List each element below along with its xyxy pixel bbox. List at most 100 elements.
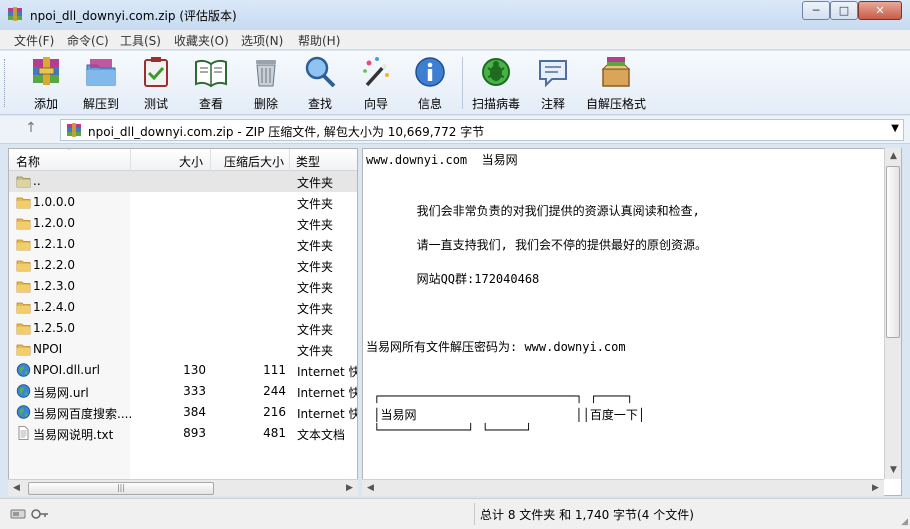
column-type[interactable]: 类型 <box>296 153 320 170</box>
file-type: 文件夹 <box>297 281 334 295</box>
wizard-button[interactable]: 向导 <box>353 55 399 111</box>
column-packed[interactable]: 压缩后大小 <box>224 153 284 170</box>
file-list-hscrollbar[interactable]: ◀ ||| ▶ <box>8 479 358 496</box>
folder-icon <box>16 323 31 335</box>
scroll-right-icon[interactable]: ▶ <box>341 480 358 497</box>
folder-icon <box>16 281 31 293</box>
file-type: 文件夹 <box>297 239 334 253</box>
column-divider[interactable] <box>210 149 211 171</box>
file-row[interactable]: 1.2.4.0 文件夹 <box>9 297 357 318</box>
file-row[interactable]: 当易网说明.txt 893 481 文本文档 <box>9 423 357 444</box>
scroll-up-icon[interactable]: ▲ <box>885 148 902 165</box>
close-button[interactable]: ✕ <box>858 1 902 20</box>
comment-hscrollbar[interactable]: ◀ ▶ <box>362 479 884 496</box>
column-divider[interactable] <box>130 149 131 171</box>
comment-button[interactable]: 注释 <box>531 55 575 111</box>
file-packed-size: 244 <box>263 384 286 398</box>
file-row[interactable]: .. 文件夹 <box>9 171 357 192</box>
menu-help[interactable]: 帮助(H) <box>298 32 340 49</box>
file-row[interactable]: 1.2.1.0 文件夹 <box>9 234 357 255</box>
view-button[interactable]: 查看 <box>187 55 235 111</box>
file-name: 1.2.2.0 <box>33 258 75 272</box>
sfx-box-icon <box>601 57 631 87</box>
status-divider <box>474 503 475 525</box>
magic-wand-icon <box>363 57 389 87</box>
toolbar-grip[interactable] <box>4 59 7 107</box>
maximize-button[interactable]: □ <box>830 1 858 20</box>
menu-file[interactable]: 文件(F) <box>14 32 54 49</box>
scroll-left-icon[interactable]: ◀ <box>8 480 25 497</box>
file-type: 文件夹 <box>297 197 334 211</box>
minimize-button[interactable]: ─ <box>802 1 830 20</box>
status-bar: 总计 8 文件夹 和 1,740 字节(4 个文件) ◢ <box>0 498 910 529</box>
winrar-app-icon <box>8 7 22 21</box>
file-type: Internet 快 <box>297 386 358 400</box>
address-dropdown-icon[interactable]: ▼ <box>891 123 899 134</box>
file-row[interactable]: 1.2.0.0 文件夹 <box>9 213 357 234</box>
column-header: 名称 ˄ 大小 压缩后大小 类型 <box>9 149 357 171</box>
file-row[interactable]: NPOI 文件夹 <box>9 339 357 360</box>
menu-options[interactable]: 选项(N) <box>241 32 283 49</box>
column-size[interactable]: 大小 <box>179 153 203 170</box>
file-row[interactable]: 当易网.url 333 244 Internet 快 <box>9 381 358 402</box>
wizard-label: 向导 <box>363 97 388 111</box>
folder-icon <box>16 197 31 209</box>
virus-scan-button[interactable]: 扫描病毒 <box>468 55 524 111</box>
info-icon <box>415 57 445 87</box>
comment-line: 网站QQ群:172040468 <box>366 272 540 286</box>
menu-commands[interactable]: 命令(C) <box>67 32 109 49</box>
file-name: 1.2.5.0 <box>33 321 75 335</box>
comment-line: 请一直支持我们, 我们会不停的提供最好的原创资源。 <box>366 238 708 252</box>
info-label: 信息 <box>417 97 442 111</box>
delete-button[interactable]: 删除 <box>243 55 289 111</box>
file-row[interactable]: 当易网百度搜索.... 384 216 Internet 快 <box>9 402 357 423</box>
toolbar: 添加 解压到 测试 查看 删除 查找 向导 信息 扫描病毒 注释 自解压格式 <box>0 51 910 115</box>
test-button[interactable]: 测试 <box>134 55 178 111</box>
address-field[interactable]: npoi_dll_downyi.com.zip - ZIP 压缩文件, 解包大小… <box>60 119 904 141</box>
info-button[interactable]: 信息 <box>407 55 453 111</box>
file-row[interactable]: 1.2.3.0 文件夹 <box>9 276 357 297</box>
menu-favorites[interactable]: 收藏夹(O) <box>174 32 229 49</box>
comment-line: └────────────┘ └─────┘ <box>366 423 533 437</box>
scroll-thumb[interactable] <box>886 166 900 338</box>
comment-icon <box>539 60 567 88</box>
comment-vscrollbar[interactable]: ▲ ▼ <box>884 148 901 479</box>
column-name[interactable]: 名称 <box>16 153 40 170</box>
file-size: 333 <box>183 384 206 398</box>
add-button[interactable]: 添加 <box>22 55 70 111</box>
file-type: 文本文档 <box>297 428 346 442</box>
file-name: 1.2.0.0 <box>33 216 75 230</box>
comment-label: 注释 <box>540 97 565 111</box>
file-packed-size: 111 <box>263 363 286 377</box>
menu-tools[interactable]: 工具(S) <box>120 32 161 49</box>
globe-icon <box>16 405 31 419</box>
drive-key-icon[interactable] <box>10 507 50 521</box>
view-book-icon <box>195 59 227 88</box>
file-row[interactable]: NPOI.dll.url 130 111 Internet 快 <box>9 360 357 381</box>
file-row[interactable]: 1.2.5.0 文件夹 <box>9 318 357 339</box>
extract-to-button[interactable]: 解压到 <box>78 55 124 111</box>
sfx-button[interactable]: 自解压格式 <box>584 55 648 111</box>
address-text: npoi_dll_downyi.com.zip - ZIP 压缩文件, 解包大小… <box>88 125 485 139</box>
file-size: 384 <box>183 405 206 419</box>
comment-line: 当易网所有文件解压密码为: www.downyi.com <box>366 340 626 354</box>
folder-up-icon <box>16 176 31 188</box>
resize-grip-icon[interactable]: ◢ <box>901 517 908 527</box>
scroll-right-icon[interactable]: ▶ <box>867 480 884 497</box>
scroll-thumb[interactable]: ||| <box>28 482 214 495</box>
file-name: 当易网百度搜索.... <box>33 407 133 421</box>
file-name: .. <box>33 174 41 188</box>
find-button[interactable]: 查找 <box>297 55 343 111</box>
folder-icon <box>16 302 31 314</box>
column-divider[interactable] <box>289 149 290 171</box>
comment-line: 我们会非常负责的对我们提供的资源认真阅读和检查, <box>366 204 700 218</box>
title-bar[interactable]: npoi_dll_downyi.com.zip (评估版本) ─ □ ✕ <box>0 0 910 30</box>
file-row[interactable]: 1.2.2.0 文件夹 <box>9 255 357 276</box>
extract-folder-icon <box>86 59 116 86</box>
file-type: 文件夹 <box>297 260 334 274</box>
up-folder-button[interactable]: ↑ <box>22 120 40 138</box>
scroll-left-icon[interactable]: ◀ <box>362 480 379 497</box>
window-title: npoi_dll_downyi.com.zip (评估版本) <box>30 9 237 23</box>
scroll-down-icon[interactable]: ▼ <box>885 462 902 479</box>
file-row[interactable]: 1.0.0.0 文件夹 <box>9 192 357 213</box>
